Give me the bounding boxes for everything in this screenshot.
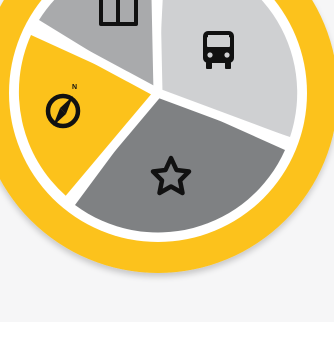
compass-north-label: N [72,84,77,91]
background-bottom [0,322,334,346]
travel-logo: N [0,0,334,273]
